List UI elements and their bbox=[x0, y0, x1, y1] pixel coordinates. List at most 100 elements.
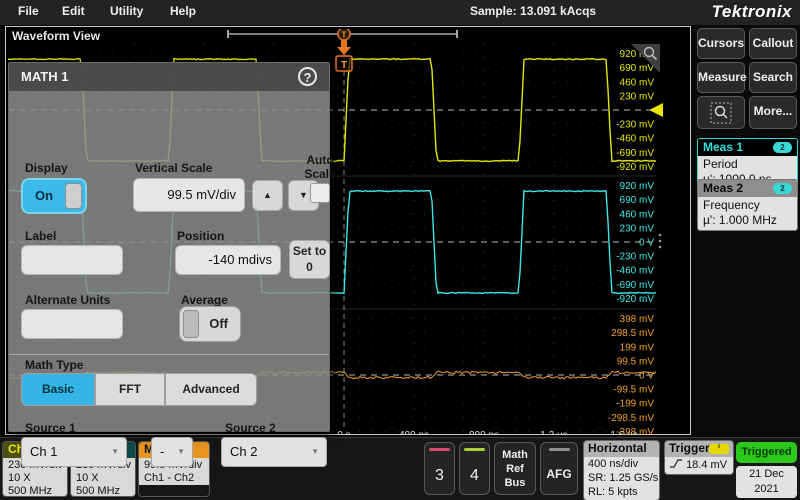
chevron-down-icon: ▼ bbox=[311, 438, 319, 466]
average-toggle[interactable]: Off bbox=[179, 306, 241, 342]
svg-text:400 ns: 400 ns bbox=[399, 430, 429, 435]
meas2-header: Meas 2 2 bbox=[698, 180, 797, 197]
trigger-header: Trigger bbox=[665, 441, 733, 457]
svg-text:199 mV: 199 mV bbox=[620, 342, 655, 353]
up-arrow-icon: ▲ bbox=[263, 190, 272, 200]
down-arrow-icon: ▼ bbox=[299, 190, 308, 200]
math-type-fft[interactable]: FFT bbox=[95, 373, 165, 406]
help-icon[interactable]: ? bbox=[298, 67, 317, 86]
svg-text:-99.5 mV: -99.5 mV bbox=[613, 385, 654, 396]
menu-file[interactable]: File bbox=[18, 4, 39, 18]
source2-value: Ch 2 bbox=[230, 444, 257, 459]
vertical-scale-field[interactable]: 99.5 mV/div bbox=[133, 178, 245, 212]
svg-text:T: T bbox=[342, 31, 347, 40]
alternate-units-label: Alternate Units bbox=[25, 293, 110, 307]
auto-scale-label: Auto Scale bbox=[302, 154, 338, 182]
source2-dropdown[interactable]: Ch 2 ▼ bbox=[221, 437, 327, 467]
ch2-bandwidth: 500 MHz bbox=[76, 485, 135, 497]
alternate-units-field[interactable] bbox=[21, 309, 123, 339]
measure-button[interactable]: Measure bbox=[697, 62, 745, 93]
display-label: Display bbox=[25, 161, 68, 175]
triggered-status: Triggered bbox=[736, 442, 797, 463]
svg-text:0 V: 0 V bbox=[639, 238, 654, 249]
horizontal-badge[interactable]: Horizontal 400 ns/div SR: 1.25 GS/s RL: … bbox=[583, 440, 660, 500]
waveform-view-title: Waveform View bbox=[12, 29, 100, 43]
svg-text:-460 mV: -460 mV bbox=[616, 134, 654, 145]
label-label: Label bbox=[25, 229, 56, 243]
trigger-settings: 18.4 mV bbox=[665, 457, 733, 474]
menu-bar: File Edit Utility Help Sample: 13.091 kA… bbox=[0, 0, 800, 25]
tektronix-logo: Tektronix bbox=[712, 2, 792, 22]
svg-text:T: T bbox=[341, 60, 347, 71]
menu-help[interactable]: Help bbox=[170, 4, 196, 18]
operator-dropdown[interactable]: - ▼ bbox=[151, 437, 193, 467]
svg-text:99.5 mV: 99.5 mV bbox=[617, 356, 655, 367]
zoom-magnifier-icon bbox=[710, 102, 732, 124]
svg-text:298.5 mV: 298.5 mV bbox=[611, 328, 654, 339]
meas2-name: Meas 2 bbox=[703, 181, 743, 195]
svg-text:460 mV: 460 mV bbox=[620, 209, 655, 220]
label-field[interactable] bbox=[21, 245, 123, 275]
menu-edit[interactable]: Edit bbox=[62, 4, 85, 18]
svg-text:230 mV: 230 mV bbox=[620, 91, 655, 102]
callout-button[interactable]: Callout bbox=[749, 28, 797, 59]
math1-dialog-header[interactable]: MATH 1 ? bbox=[9, 63, 329, 91]
afg-color-strip bbox=[549, 448, 570, 451]
rising-edge-icon bbox=[669, 458, 683, 469]
svg-text:-230 mV: -230 mV bbox=[616, 120, 654, 131]
oscilloscope-app: File Edit Utility Help Sample: 13.091 kA… bbox=[0, 0, 800, 500]
meas1-header: Meas 1 2 bbox=[698, 139, 797, 156]
search-button[interactable]: Search bbox=[749, 62, 797, 93]
source1-value: Ch 1 bbox=[30, 444, 57, 459]
position-label: Position bbox=[177, 229, 224, 243]
svg-text:230 mV: 230 mV bbox=[620, 223, 655, 234]
math-ref-bus-label: Bus bbox=[495, 477, 535, 491]
horizontal-scale: 400 ns/div bbox=[588, 458, 659, 472]
auto-scale-checkbox[interactable] bbox=[310, 183, 330, 203]
svg-text:1.6 µs: 1.6 µs bbox=[610, 430, 637, 435]
channel4-button[interactable]: 4 bbox=[459, 442, 490, 495]
meas2-badge[interactable]: Meas 2 2 Frequency µ': 1.000 MHz bbox=[697, 179, 798, 231]
afg-button[interactable]: AFG bbox=[540, 442, 578, 495]
svg-text:-230 mV: -230 mV bbox=[616, 252, 654, 263]
ch3-label: 3 bbox=[435, 467, 444, 484]
channel3-button[interactable]: 3 bbox=[424, 442, 455, 495]
svg-text:690 mV: 690 mV bbox=[620, 63, 655, 74]
svg-text:690 mV: 690 mV bbox=[620, 195, 655, 206]
math-type-advanced[interactable]: Advanced bbox=[165, 373, 257, 406]
toggle-knob bbox=[183, 310, 199, 338]
vertical-scale-label: Vertical Scale bbox=[135, 161, 212, 175]
position-field[interactable]: -140 mdivs bbox=[175, 245, 281, 275]
svg-text:-298.5 mV: -298.5 mV bbox=[608, 413, 654, 424]
trigger-name: Trigger bbox=[669, 441, 710, 455]
more-button[interactable]: More... bbox=[749, 96, 797, 129]
math-type-label: Math Type bbox=[25, 358, 83, 372]
ch3-color-strip bbox=[429, 448, 450, 451]
datetime-box: 21 Dec 2021 1:35:33 AM bbox=[736, 466, 797, 498]
math-type-basic[interactable]: Basic bbox=[21, 373, 95, 406]
sample-counter: Sample: 13.091 kAcqs bbox=[470, 4, 596, 18]
ch4-color-strip bbox=[464, 448, 485, 451]
math-ref-bus-button[interactable]: Math Ref Bus bbox=[494, 442, 536, 495]
display-toggle[interactable]: On bbox=[21, 178, 87, 214]
svg-text:800 ns: 800 ns bbox=[469, 430, 499, 435]
trigger-source-icon bbox=[709, 444, 729, 454]
svg-text:-460 mV: -460 mV bbox=[616, 266, 654, 277]
scale-up-button[interactable]: ▲ bbox=[252, 180, 283, 211]
menu-utility[interactable]: Utility bbox=[110, 4, 143, 18]
trigger-badge[interactable]: Trigger 18.4 mV bbox=[664, 440, 734, 475]
chevron-down-icon: ▼ bbox=[111, 438, 119, 466]
svg-text:0 s: 0 s bbox=[337, 430, 350, 435]
date-label: 21 Dec 2021 bbox=[736, 467, 797, 497]
toggle-knob bbox=[65, 183, 82, 209]
meas1-name: Meas 1 bbox=[703, 140, 743, 154]
operator-value: - bbox=[160, 444, 164, 459]
svg-text:-920 mV: -920 mV bbox=[616, 162, 654, 173]
meas1-type: Period bbox=[703, 157, 792, 172]
source1-dropdown[interactable]: Ch 1 ▼ bbox=[21, 437, 127, 467]
zoom-mode-button[interactable] bbox=[697, 96, 745, 129]
cursors-button[interactable]: Cursors bbox=[697, 28, 745, 59]
set-to-zero-button[interactable]: Set to 0 bbox=[289, 240, 330, 279]
source2-label: Source 2 bbox=[225, 421, 276, 435]
meas1-count-pill: 2 bbox=[773, 142, 792, 153]
